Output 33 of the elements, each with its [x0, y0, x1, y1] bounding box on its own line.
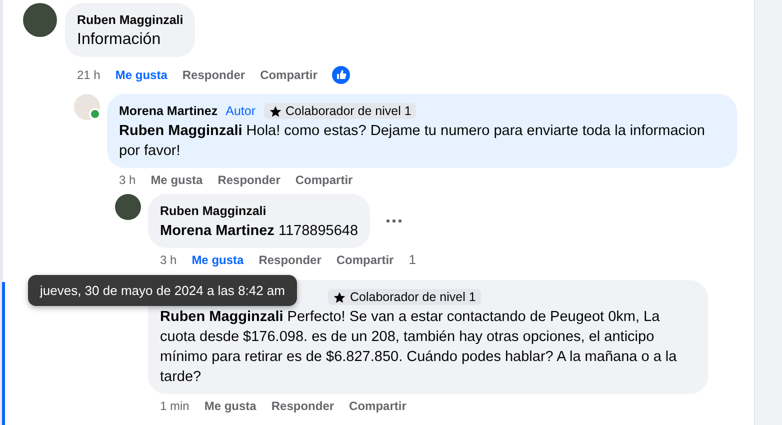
badge-label: Colaborador de nivel 1 — [286, 104, 412, 118]
like-link[interactable]: Me gusta — [192, 253, 244, 267]
like-link[interactable]: Me gusta — [204, 399, 256, 413]
timestamp[interactable]: 1 min — [160, 399, 190, 413]
reply-link[interactable]: Responder — [271, 399, 334, 413]
author-label: Autor — [226, 104, 256, 118]
share-link[interactable]: Compartir — [295, 173, 353, 187]
author-name[interactable]: Ruben Magginzali — [77, 13, 184, 27]
avatar[interactable] — [115, 194, 141, 220]
author-name[interactable]: Morena Martinez — [119, 104, 218, 118]
timestamp[interactable]: 21 h — [77, 68, 100, 82]
avatar[interactable] — [23, 3, 57, 37]
author-name[interactable]: Ruben Magginzali — [160, 204, 266, 218]
like-link[interactable]: Me gusta — [115, 68, 168, 82]
date-tooltip: jueves, 30 de mayo de 2024 a las 8:42 am — [28, 275, 297, 306]
share-link[interactable]: Compartir — [336, 253, 394, 267]
comment-text: Información — [77, 30, 162, 50]
reaction-count: 1 — [408, 253, 416, 267]
reply-link[interactable]: Responder — [182, 68, 246, 82]
more-icon[interactable] — [386, 219, 402, 223]
comment-text: Morena Martinez 1178895648 — [160, 222, 358, 241]
like-link[interactable]: Me gusta — [150, 173, 203, 187]
share-link[interactable]: Compartir — [260, 68, 318, 82]
timestamp[interactable]: 3 h — [119, 173, 136, 187]
star-icon — [333, 290, 346, 304]
star-icon — [268, 104, 282, 118]
badge-label: Colaborador de nivel 1 — [350, 290, 476, 304]
comment-text: Ruben Magginzali Hola! como estas? Dejame tu numero para enviarte toda la informacion por favor! — [119, 122, 706, 161]
comment-text: Ruben Magginzali Perfecto! Se van a estar contactando de Peugeot 0km, La cuota desde $176.098. es de un 208, también hay otras opciones, el anticipo mínimo para retirar es de $6.827.850. Cuándo podes hablar? A la mañana o a la tarde? — [160, 308, 678, 387]
timestamp[interactable]: 3 h — [160, 253, 177, 267]
reply-link[interactable]: Responder — [258, 253, 322, 267]
reply-link[interactable]: Responder — [218, 173, 280, 187]
share-link[interactable]: Compartir — [349, 399, 406, 413]
